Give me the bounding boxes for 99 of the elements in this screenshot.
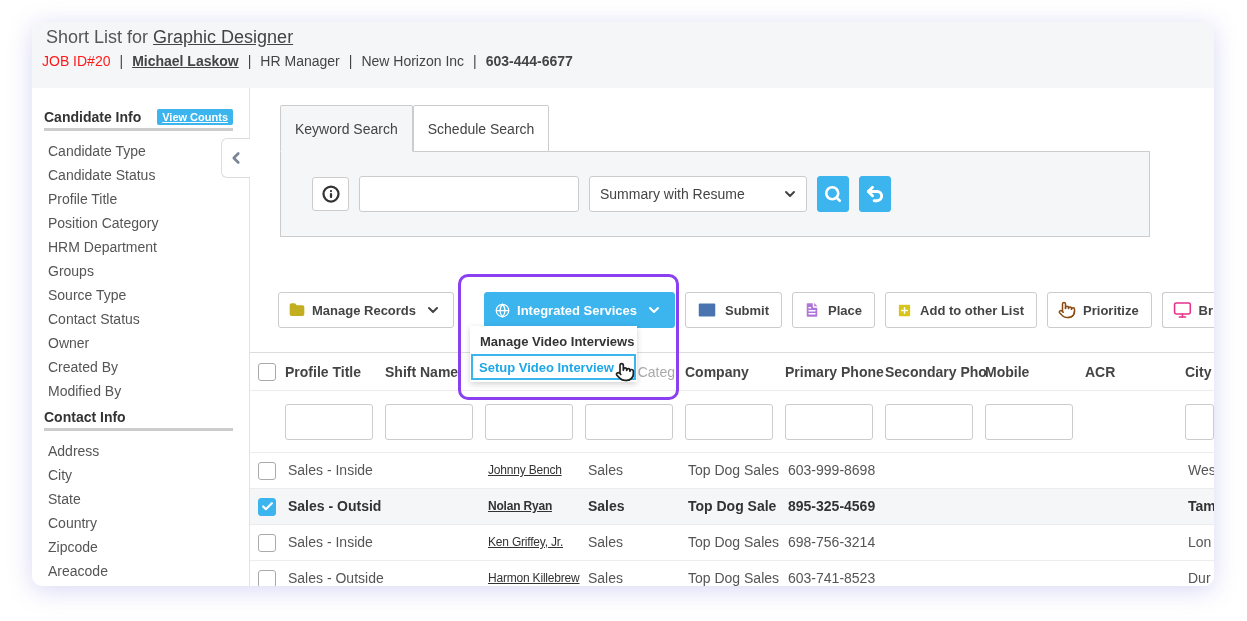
select-all-checkbox[interactable]	[258, 362, 276, 381]
filter-item[interactable]: Profile Title	[44, 187, 118, 211]
separator: |	[473, 53, 477, 69]
table-cell-text: Dur	[1187, 571, 1212, 586]
column-filter-field[interactable]	[585, 403, 673, 440]
keyword-field[interactable]	[359, 176, 579, 212]
search-icon	[824, 185, 842, 203]
separator: |	[348, 53, 353, 69]
info-icon	[321, 185, 340, 203]
column-filter-field[interactable]	[485, 403, 573, 440]
toolbar-button[interactable]: Submit	[685, 292, 783, 328]
filter-item[interactable]: Position Category	[44, 211, 159, 235]
row-checkbox[interactable]	[258, 497, 276, 516]
column-filter-field[interactable]	[285, 403, 373, 440]
column-header[interactable]: Secondary Pho	[885, 363, 987, 380]
section-title: Contact Info	[44, 409, 126, 425]
row-checkbox[interactable]	[258, 461, 276, 480]
contact-role: HR Manager	[260, 53, 340, 69]
company-name: New Horizon Inc	[361, 53, 465, 69]
row-checkbox[interactable]	[258, 533, 276, 552]
filter-item[interactable]: Contact Status	[44, 307, 140, 331]
table-cell-text: Lon	[1187, 535, 1213, 550]
page-title: Short List for Graphic Designer	[45, 27, 295, 48]
table-cell-text: Tam	[1187, 499, 1214, 514]
toolbar-button[interactable]: Manage Records	[278, 292, 455, 328]
column-filter-field[interactable]	[385, 403, 473, 440]
table-cell-text: Top Dog Sale	[687, 499, 778, 514]
undo-icon	[865, 184, 885, 204]
table-cell-text: Top Dog Sales	[687, 463, 781, 478]
monitor-icon	[1172, 300, 1192, 320]
phone-number: 603-444-6677	[485, 53, 573, 69]
table-cell-text: Sales	[587, 463, 625, 478]
filter-item[interactable]: Source Type	[44, 283, 127, 307]
collapse-button[interactable]	[221, 138, 250, 178]
table-cell-text: Top Dog Sales	[687, 535, 781, 550]
table-cell-text: Sales	[587, 499, 626, 514]
filter-item[interactable]: Country	[44, 511, 98, 535]
folder-icon	[289, 302, 305, 318]
filter-item[interactable]: HRM Department	[44, 235, 157, 259]
info-button[interactable]	[312, 177, 349, 211]
filter-item[interactable]: Address	[44, 439, 100, 463]
table-cell-text: Sales - Outsid	[287, 499, 383, 514]
contact-name-link[interactable]: Michael Laskow	[132, 53, 239, 69]
column-header[interactable]: Mobile	[985, 363, 1030, 380]
column-filter-field[interactable]	[985, 403, 1073, 440]
filter-item[interactable]: Groups	[44, 259, 94, 283]
filter-item[interactable]: State	[44, 487, 81, 511]
table-cell-text: Sales - Inside	[287, 463, 374, 478]
candidate-name-link[interactable]: Ken Griffey, Jr.	[485, 535, 585, 550]
table-cell-text: Sales	[587, 535, 625, 550]
reset-button[interactable]	[859, 176, 891, 212]
filter-item[interactable]: Modified By	[44, 379, 122, 403]
candidate-name-link[interactable]: Johnny Bench	[485, 463, 585, 478]
separator: |	[247, 53, 252, 69]
column-filter-field[interactable]	[785, 403, 873, 440]
column-filter-field[interactable]	[685, 403, 773, 440]
table-cell-text: 698-756-3214	[787, 535, 877, 550]
column-header[interactable]: Company	[685, 363, 749, 380]
filter-item[interactable]: Created By	[44, 355, 119, 379]
search-tab[interactable]: Schedule Search	[412, 105, 550, 152]
candidate-name-link[interactable]: Harmon Killebrew	[485, 571, 585, 586]
filter-item[interactable]: City	[44, 463, 73, 487]
toolbar-button[interactable]: Place	[792, 292, 876, 328]
job-id: JOB ID#20	[42, 53, 111, 69]
table-cell-text: Top Dog Sales	[687, 571, 781, 586]
table-cell-text: Sales - Outside	[287, 571, 385, 586]
plus-square-icon	[896, 301, 914, 319]
filter-item[interactable]: Owner	[44, 331, 90, 355]
section-title: Candidate Info	[44, 109, 142, 125]
filter-item[interactable]: Zipcode	[44, 535, 98, 559]
column-header[interactable]: Primary Phone	[785, 363, 884, 380]
column-header[interactable]: City	[1185, 363, 1212, 380]
search-button[interactable]	[817, 176, 849, 212]
table-cell-text: 895-325-4569	[787, 499, 877, 514]
separator: |	[119, 53, 124, 69]
check-icon	[260, 500, 274, 513]
job-title-link[interactable]: Graphic Designer	[153, 27, 294, 47]
globe-icon	[495, 302, 511, 318]
column-filter-field[interactable]	[885, 403, 973, 440]
toolbar-button[interactable]: Add to other List	[885, 292, 1038, 328]
column-header[interactable]: Profile Title	[285, 363, 361, 380]
table-cell-text: Sales	[587, 571, 625, 586]
column-header[interactable]: Shift Name	[385, 363, 459, 380]
row-checkbox[interactable]	[258, 569, 276, 586]
table-cell-text: 603-999-8698	[787, 463, 877, 478]
filter-item[interactable]: Areacode	[44, 559, 108, 583]
filter-item[interactable]: Candidate Status	[44, 163, 156, 187]
filter-item[interactable]: Candidate Type	[44, 139, 146, 163]
view-select[interactable]: Summary with Resume	[589, 176, 807, 212]
table-cell-text: Sales - Inside	[287, 535, 374, 550]
table-cell-text: 603-741-8523	[787, 571, 877, 586]
hand-pointer-icon	[1058, 301, 1077, 319]
toolbar-button[interactable]: Prioritize	[1047, 292, 1152, 328]
search-tab[interactable]: Keyword Search	[280, 105, 413, 152]
column-filter-field[interactable]	[1185, 403, 1214, 440]
column-header[interactable]: ACR	[1085, 363, 1116, 380]
candidate-name-link[interactable]: Nolan Ryan	[485, 499, 585, 514]
menu-item[interactable]: Manage Video Interviews	[471, 328, 636, 354]
toolbar-button[interactable]: Br	[1161, 292, 1214, 328]
